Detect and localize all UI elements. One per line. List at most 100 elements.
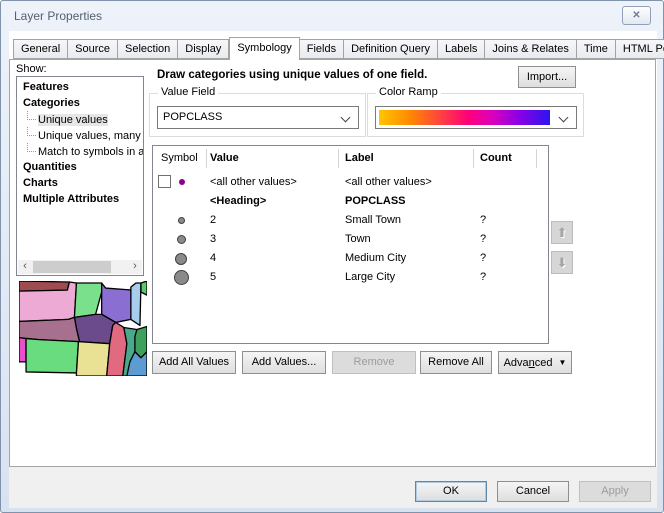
ok-button[interactable]: OK (415, 481, 487, 502)
layer-properties-dialog: Layer Properties ✕ General Source Select… (0, 0, 664, 513)
row-count: ? (480, 233, 486, 245)
table-row-all-other-values[interactable]: <all other values> <all other values> (153, 173, 548, 192)
tab-fields[interactable]: Fields (300, 39, 344, 59)
tree-item-unique-values-many[interactable]: Unique values, many (17, 127, 143, 143)
tree-horizontal-scrollbar[interactable]: ‹ › (18, 260, 142, 274)
row-label: POPCLASS (345, 195, 406, 207)
unique-values-table: Symbol Value Label Count <all other valu… (152, 145, 549, 344)
table-row-medium-city[interactable]: 4 Medium City ? (153, 249, 548, 268)
map-preview (19, 281, 147, 376)
tree-item-features[interactable]: Features (17, 79, 143, 95)
tab-labels[interactable]: Labels (438, 39, 485, 59)
remove-button[interactable]: Remove (332, 351, 416, 374)
row-value: 2 (210, 214, 216, 226)
close-button[interactable]: ✕ (622, 6, 651, 25)
chevron-down-icon (559, 113, 569, 123)
column-header-symbol[interactable]: Symbol (161, 152, 198, 164)
tree-item-match-symbols[interactable]: Match to symbols in a (17, 143, 143, 159)
tree-item-charts[interactable]: Charts (17, 175, 143, 191)
symbology-tab-page: Show: Features Categories Unique values … (9, 59, 656, 467)
color-ramp-dropdown[interactable] (375, 106, 577, 129)
up-arrow-icon: ⬆ (557, 225, 568, 240)
move-up-button[interactable]: ⬆ (551, 221, 573, 244)
row-label: <all other values> (345, 176, 432, 188)
down-arrow-icon: ⬇ (557, 255, 568, 270)
cancel-button[interactable]: Cancel (497, 481, 569, 502)
advanced-label: ced (535, 357, 553, 369)
scroll-left-icon[interactable]: ‹ (18, 260, 32, 274)
tab-selection[interactable]: Selection (118, 39, 178, 59)
remove-all-button[interactable]: Remove All (420, 351, 492, 374)
column-header-value[interactable]: Value (210, 152, 239, 164)
graduated-symbol-icon[interactable] (175, 253, 187, 265)
value-field-groupbox: Value Field POPCLASS (149, 93, 366, 137)
graduated-symbol-icon[interactable] (177, 235, 186, 244)
tree-branch-icon (27, 111, 36, 120)
apply-button[interactable]: Apply (579, 481, 651, 502)
row-value: 5 (210, 271, 216, 283)
row-count: ? (480, 214, 486, 226)
column-divider (206, 149, 207, 168)
row-label: Town (345, 233, 371, 245)
tab-html-popup[interactable]: HTML Popup (616, 39, 664, 59)
tree-item-multiple-attributes[interactable]: Multiple Attributes (17, 191, 143, 207)
column-divider (536, 149, 537, 168)
tree-branch-icon (27, 127, 36, 136)
column-divider (473, 149, 474, 168)
row-label: Large City (345, 271, 395, 283)
advanced-button[interactable]: Advanced▼ (498, 351, 572, 374)
tree-branch-icon (27, 143, 36, 152)
value-field-label: Value Field (158, 86, 218, 98)
table-row-town[interactable]: 3 Town ? (153, 230, 548, 249)
graduated-symbol-icon[interactable] (178, 217, 185, 224)
row-value: 4 (210, 252, 216, 264)
tab-display[interactable]: Display (178, 39, 229, 59)
row-label: Small Town (345, 214, 401, 226)
color-ramp-groupbox: Color Ramp (367, 93, 584, 137)
move-down-button[interactable]: ⬇ (551, 251, 573, 274)
close-icon: ✕ (632, 10, 640, 21)
dialog-footer: OK Cancel Apply (9, 467, 657, 508)
column-divider (338, 149, 339, 168)
row-count: ? (480, 252, 486, 264)
tab-symbology[interactable]: Symbology (229, 37, 299, 60)
dialog-client-area: General Source Selection Display Symbolo… (9, 31, 657, 508)
row-value: <all other values> (210, 176, 297, 188)
value-field-dropdown[interactable]: POPCLASS (157, 106, 359, 129)
advanced-label: Adva (504, 357, 529, 369)
dropdown-arrow-icon: ▼ (559, 358, 567, 367)
row-label: Medium City (345, 252, 406, 264)
symbology-method-tree: Features Categories Unique values Unique… (16, 76, 144, 276)
tab-time[interactable]: Time (577, 39, 616, 59)
all-other-values-checkbox[interactable] (158, 175, 171, 188)
graduated-symbol-icon[interactable] (174, 270, 189, 285)
tab-bar: General Source Selection Display Symbolo… (13, 37, 664, 60)
tab-source[interactable]: Source (68, 39, 118, 59)
value-field-selected: POPCLASS (163, 111, 222, 123)
import-button[interactable]: Import... (518, 66, 576, 88)
chevron-down-icon (341, 113, 351, 123)
table-row-large-city[interactable]: 5 Large City ? (153, 268, 548, 287)
add-values-button[interactable]: Add Values... (242, 351, 326, 374)
all-other-values-symbol-icon[interactable] (179, 179, 185, 185)
column-header-label[interactable]: Label (345, 152, 374, 164)
tab-definition-query[interactable]: Definition Query (344, 39, 438, 59)
table-row-heading[interactable]: <Heading> POPCLASS (153, 192, 548, 211)
row-value: 3 (210, 233, 216, 245)
scrollbar-thumb[interactable] (33, 261, 111, 273)
scroll-right-icon[interactable]: › (128, 260, 142, 274)
table-row-small-town[interactable]: 2 Small Town ? (153, 211, 548, 230)
tab-general[interactable]: General (13, 39, 68, 59)
row-value: <Heading> (210, 195, 266, 207)
page-heading: Draw categories using unique values of o… (157, 69, 427, 81)
add-all-values-button[interactable]: Add All Values (152, 351, 236, 374)
tab-joins-relates[interactable]: Joins & Relates (485, 39, 576, 59)
row-count: ? (480, 271, 486, 283)
tree-item-quantities[interactable]: Quantities (17, 159, 143, 175)
column-header-count[interactable]: Count (480, 152, 512, 164)
show-label: Show: (16, 63, 47, 75)
tree-item-unique-values[interactable]: Unique values (17, 111, 143, 127)
color-ramp-swatch (379, 110, 550, 125)
tree-item-categories[interactable]: Categories (17, 95, 143, 111)
color-ramp-label: Color Ramp (376, 86, 441, 98)
